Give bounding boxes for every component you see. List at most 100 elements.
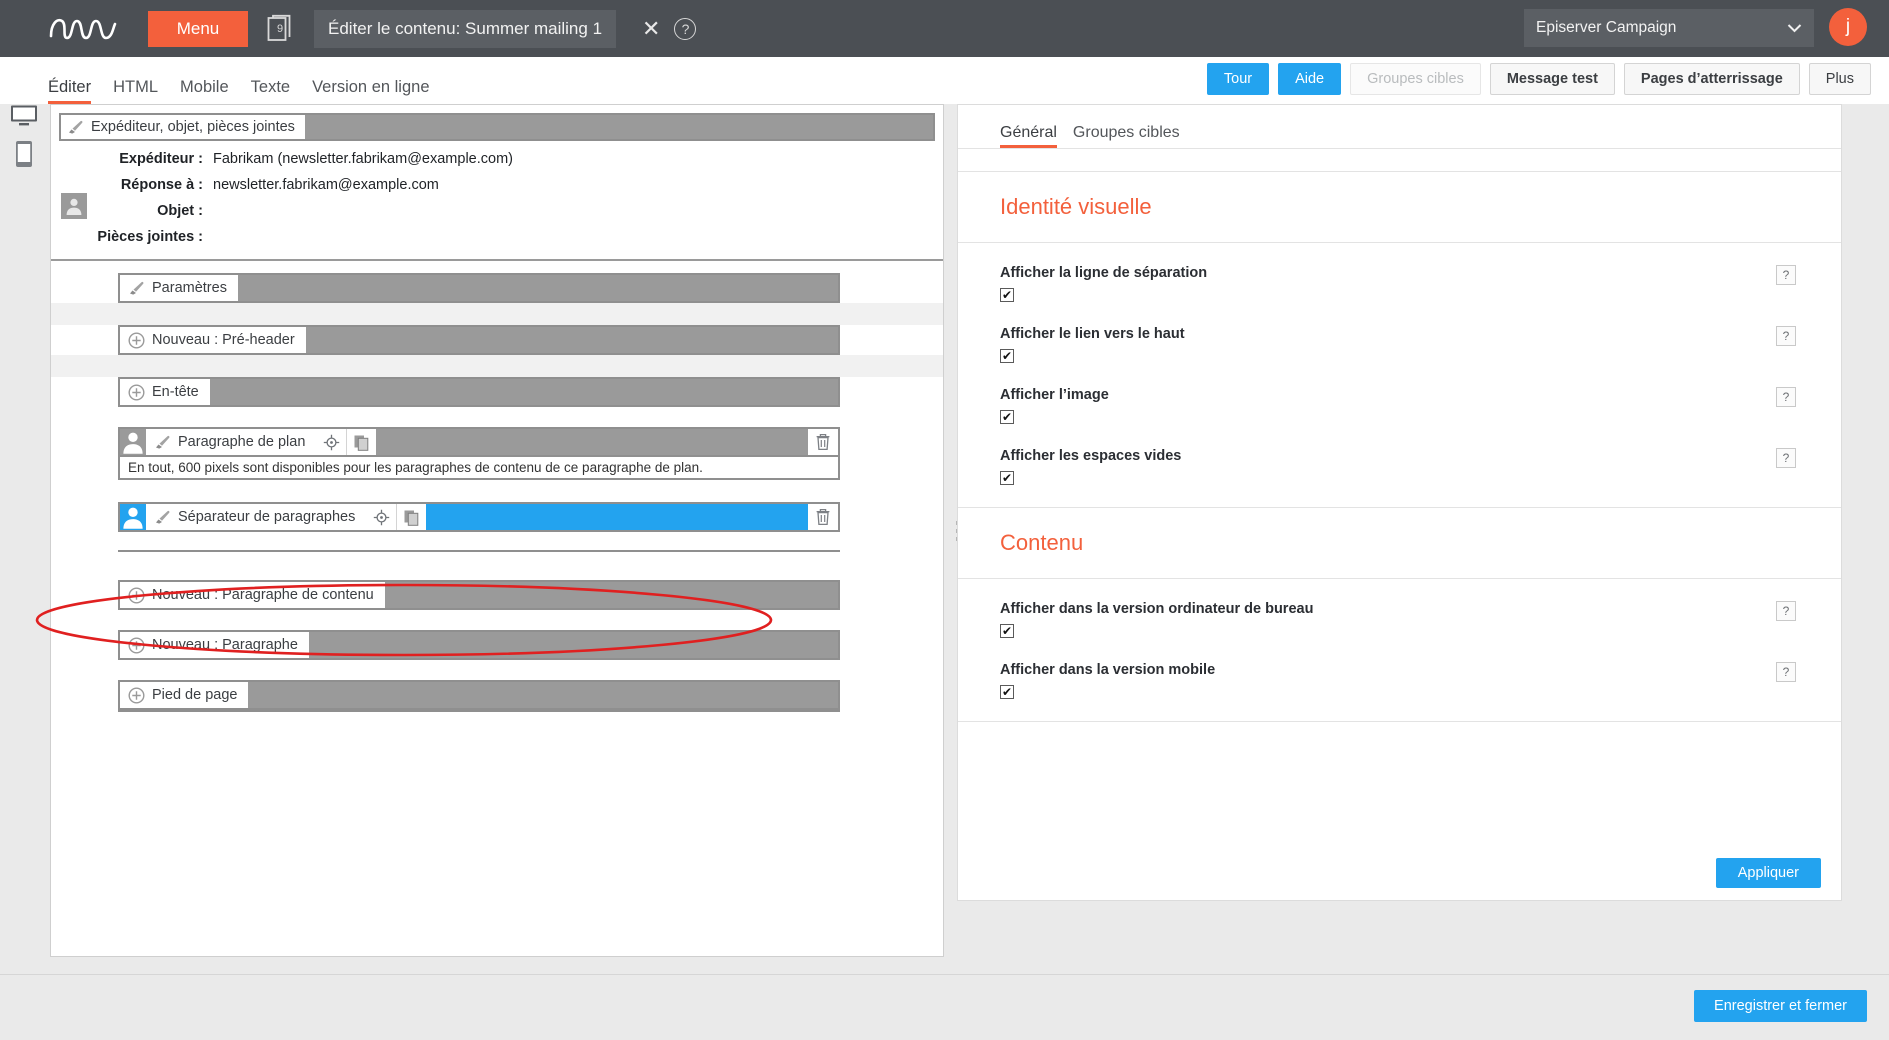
aide-button-label: Aide (1295, 71, 1325, 87)
properties-panel: Général Groupes cibles Identité visuelle… (957, 104, 1842, 901)
apply-button[interactable]: Appliquer (1715, 858, 1821, 888)
field-afficher-lien-haut: Afficher le lien vers le haut ✔ ? (1000, 326, 1841, 365)
top-bar: Menu 9 Éditer le contenu: Summer mailing… (0, 0, 1889, 57)
checkbox-afficher-image[interactable]: ✔ (1000, 410, 1014, 424)
paragraph-separator-label: Séparateur de paragraphes (178, 509, 356, 525)
new-preheader-label: Nouveau : Pré-header (152, 332, 295, 348)
replyto-label: Réponse à : (120, 177, 203, 193)
attachments-row: Pièces jointes : (51, 229, 943, 245)
plus-circle-icon (128, 586, 145, 604)
person-icon (61, 193, 87, 219)
tab-version-en-ligne[interactable]: Version en ligne (312, 78, 429, 104)
block-spacer (51, 355, 943, 377)
save-and-close-button[interactable]: Enregistrer et fermer (1694, 990, 1867, 1022)
new-preheader-row[interactable]: Nouveau : Pré-header (118, 325, 840, 355)
apply-button-label: Appliquer (1737, 865, 1799, 881)
desktop-preview-icon[interactable] (9, 104, 39, 128)
episerver-logo-icon (47, 12, 123, 46)
aide-button[interactable]: Aide (1278, 63, 1342, 95)
person-icon (120, 504, 146, 530)
tour-button[interactable]: Tour (1206, 63, 1270, 95)
field-label: Afficher dans la version ordinateur de b… (1000, 601, 1314, 617)
checkbox-afficher-lien-haut[interactable]: ✔ (1000, 349, 1014, 363)
help-icon[interactable]: ? (1776, 387, 1796, 407)
help-icon[interactable]: ? (1776, 326, 1796, 346)
paragraph-separator-row[interactable]: Séparateur de paragraphes (118, 502, 840, 532)
mobile-preview-icon[interactable] (9, 140, 39, 168)
field-afficher-espaces-vides: Afficher les espaces vides ✔ ? (1000, 448, 1841, 487)
plus-button[interactable]: Plus (1808, 63, 1871, 95)
apply-button-wrap: Appliquer (1715, 858, 1821, 888)
header-block: En-tête (118, 377, 840, 407)
copy-icon[interactable] (346, 429, 377, 455)
tab-editer-label: Éditer (48, 78, 92, 96)
replyto-value: newsletter.fabrikam@example.com (213, 177, 439, 193)
client-name: Episerver Campaign (1536, 19, 1677, 36)
device-preview-rail (0, 104, 48, 974)
pages-atterrissage-button[interactable]: Pages d’atterrissage (1623, 63, 1800, 95)
tab-html[interactable]: HTML (113, 78, 158, 104)
tab-editer[interactable]: Éditer (48, 78, 92, 104)
brush-icon (67, 120, 85, 134)
move-target-icon[interactable] (316, 429, 347, 455)
contenu-fields: Afficher dans la version ordinateur de b… (958, 579, 1841, 721)
footer-row[interactable]: Pied de page (118, 680, 840, 710)
plus-circle-icon (128, 686, 145, 704)
footer-bar: Enregistrer et fermer (0, 974, 1889, 1040)
tab-html-label: HTML (113, 78, 159, 96)
checkbox-afficher-ligne-separation[interactable]: ✔ (1000, 288, 1014, 302)
client-selector[interactable]: Episerver Campaign (1524, 9, 1814, 47)
checkbox-afficher-version-mobile[interactable]: ✔ (1000, 685, 1014, 699)
tab-general[interactable]: Général (1000, 124, 1057, 148)
brush-icon (154, 510, 172, 524)
avatar[interactable]: j (1829, 8, 1867, 46)
layout-paragraph-row[interactable]: Paragraphe de plan (118, 427, 840, 457)
tab-texte[interactable]: Texte (251, 78, 290, 104)
mailing-stack-icon[interactable]: 9 (266, 13, 296, 45)
close-icon[interactable]: ✕ (642, 17, 660, 40)
field-afficher-version-mobile: Afficher dans la version mobile ✔ ? (1000, 662, 1841, 701)
move-target-icon[interactable] (366, 504, 397, 530)
sender-label: Expéditeur : (119, 151, 203, 167)
save-and-close-button-label: Enregistrer et fermer (1714, 998, 1847, 1014)
sender-fields: Expéditeur : Fabrikam (newsletter.fabrik… (51, 141, 943, 259)
tab-mobile[interactable]: Mobile (180, 78, 229, 104)
help-icon[interactable]: ? (1776, 265, 1796, 285)
person-icon (120, 429, 146, 455)
menu-button[interactable]: Menu (148, 10, 248, 47)
new-paragraph-block: Nouveau : Paragraphe (118, 630, 840, 660)
groupes-cibles-button: Groupes cibles (1350, 63, 1481, 95)
header-row[interactable]: En-tête (118, 377, 840, 407)
tab-groupes-cibles[interactable]: Groupes cibles (1073, 124, 1180, 148)
new-content-paragraph-row[interactable]: Nouveau : Paragraphe de contenu (118, 580, 840, 610)
plus-circle-icon (128, 636, 145, 654)
trash-icon[interactable] (808, 429, 838, 455)
footer-row-label: Pied de page (152, 687, 238, 703)
message-test-button[interactable]: Message test (1489, 63, 1615, 95)
attachments-label: Pièces jointes : (97, 229, 203, 245)
trash-icon[interactable] (808, 504, 838, 530)
groupes-cibles-button-label: Groupes cibles (1367, 71, 1464, 87)
settings-row-label: Paramètres (152, 280, 227, 296)
checkbox-afficher-version-bureau[interactable]: ✔ (1000, 624, 1014, 638)
settings-block: Paramètres (118, 273, 840, 303)
help-icon[interactable]: ? (1776, 601, 1796, 621)
help-icon[interactable]: ? (1776, 662, 1796, 682)
block-spacer (51, 303, 943, 325)
view-tabs: Éditer HTML Mobile Texte Version en lign… (48, 57, 452, 104)
help-icon[interactable]: ? (1776, 448, 1796, 468)
chevron-down-icon (1787, 24, 1802, 33)
field-afficher-version-bureau: Afficher dans la version ordinateur de b… (1000, 601, 1841, 640)
brush-icon (128, 281, 146, 295)
settings-row[interactable]: Paramètres (118, 273, 840, 303)
new-paragraph-row[interactable]: Nouveau : Paragraphe (118, 630, 840, 660)
block-spacer (51, 552, 943, 580)
checkbox-afficher-espaces-vides[interactable]: ✔ (1000, 471, 1014, 485)
sender-section-header[interactable]: Expéditeur, objet, pièces jointes (59, 113, 935, 141)
block-spacer (51, 610, 943, 630)
replyto-row: Réponse à : newsletter.fabrikam@example.… (51, 177, 943, 193)
copy-icon[interactable] (396, 504, 427, 530)
layout-paragraph-note: En tout, 600 pixels sont disponibles pou… (118, 457, 840, 480)
help-circle-icon[interactable]: ? (674, 17, 697, 40)
field-afficher-ligne-separation: Afficher la ligne de séparation ✔ ? (1000, 265, 1841, 304)
